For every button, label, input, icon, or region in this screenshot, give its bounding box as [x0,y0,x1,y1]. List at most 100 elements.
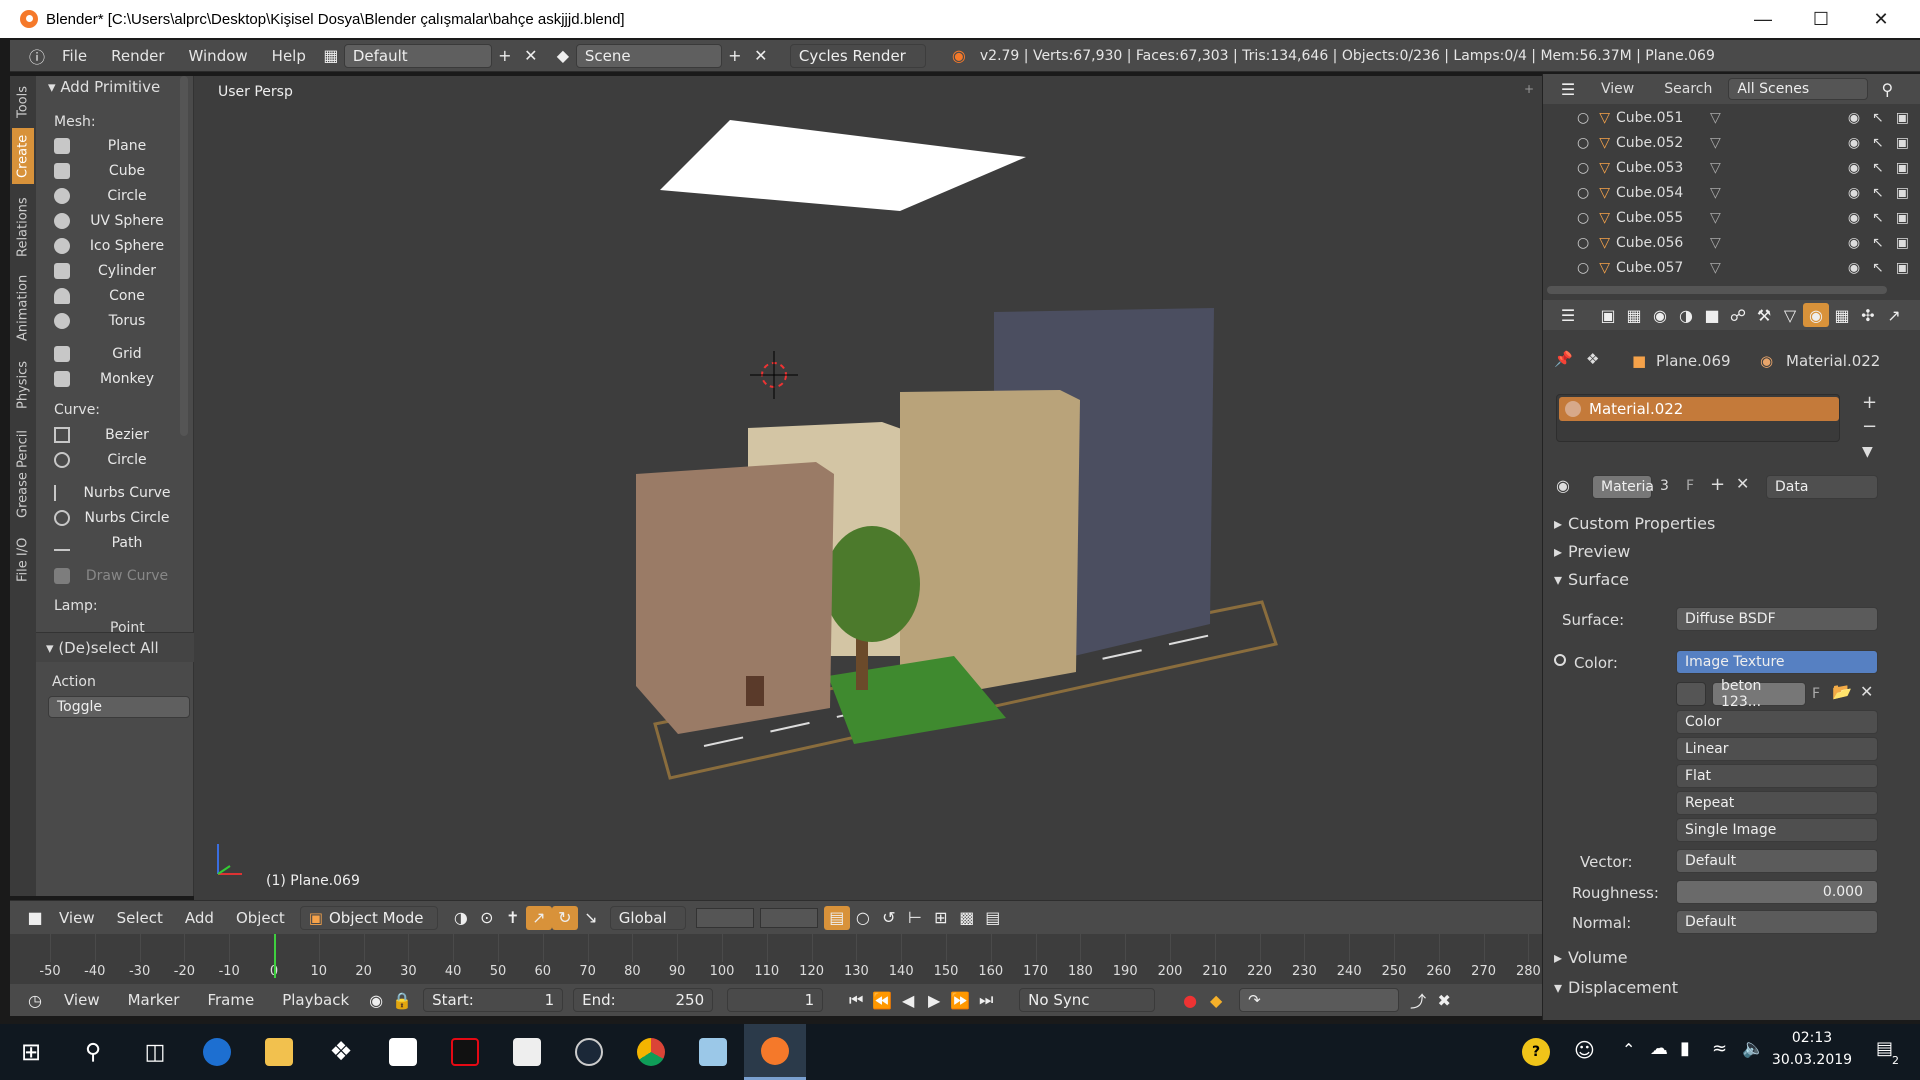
netflix-button[interactable] [434,1024,496,1080]
screen-layout-icon[interactable]: ▦ [318,44,344,68]
paint-button[interactable] [682,1024,744,1080]
image-browse-icon[interactable] [1676,682,1706,706]
pin-icon[interactable]: 📌 [1554,350,1573,368]
material-name-field[interactable]: Materia [1592,475,1654,499]
volume-icon[interactable]: 🔈 [1742,1038,1764,1059]
expand-dot-icon[interactable]: ○ [1577,110,1589,126]
add-scene-button[interactable]: + [722,44,748,68]
layer-buttons-2[interactable] [759,907,818,928]
snap-icon[interactable]: ↺ [876,906,902,930]
roughness-slider[interactable]: 0.000 [1676,880,1878,904]
tl-menu-marker[interactable]: Marker [128,991,180,1009]
outliner-menu-view[interactable]: View [1601,81,1634,97]
add-nurbs-curve-button[interactable]: Nurbs Curve [48,481,194,505]
image-name-field[interactable]: beton 123... [1712,678,1806,710]
render-camera-icon[interactable]: ▣ [1896,210,1909,226]
snap-element-icon[interactable]: ⊢ [902,906,928,930]
viewport-corner-icon[interactable]: + [1524,82,1534,96]
selectable-arrow-icon[interactable]: ↖ [1872,160,1884,176]
timeline-editor-icon[interactable]: ◷ [22,988,48,1012]
outliner-row[interactable]: ○ ▽ Cube.054 ▽ ◉ ↖ ▣ [1543,181,1920,205]
add-nurbs-circle-button[interactable]: Nurbs Circle [48,506,194,530]
link-select[interactable]: Data [1766,475,1878,499]
add-grid-button[interactable]: Grid [48,342,194,366]
surface-shader-select[interactable]: Diffuse BSDF [1676,607,1878,631]
selectable-arrow-icon[interactable]: ↖ [1872,110,1884,126]
outliner-row[interactable]: ○ ▽ Cube.051 ▽ ◉ ↖ ▣ [1543,106,1920,130]
prev-keyframe-icon[interactable]: ⏪ [869,988,895,1012]
unlink-image-button[interactable]: ✕ [1860,682,1873,701]
add-uv-sphere-button[interactable]: UV Sphere [48,209,194,233]
outliner-row[interactable]: ○ ▽ Cube.057 ▽ ◉ ↖ ▣ [1543,256,1920,280]
outliner-row[interactable]: ○ ▽ Cube.055 ▽ ◉ ↖ ▣ [1543,206,1920,230]
slot-specials-button[interactable]: ▼ [1862,444,1873,460]
expand-dot-icon[interactable]: ○ [1577,210,1589,226]
visibility-eye-icon[interactable]: ◉ [1848,235,1860,251]
draw-curve-button[interactable]: Draw Curve [48,564,194,588]
people-icon[interactable]: ☺ [1574,1038,1595,1062]
tl-menu-frame[interactable]: Frame [207,991,254,1009]
minimize-button[interactable]: — [1734,0,1792,38]
selectable-arrow-icon[interactable]: ↖ [1872,260,1884,276]
scene-tab-icon[interactable]: ◉ [1647,303,1673,327]
breadcrumb-material[interactable]: Material.022 [1786,352,1880,370]
color-space-select[interactable]: Color [1676,710,1878,734]
tab-animation[interactable]: Animation [12,268,34,348]
material-tab-icon[interactable]: ◉ [1803,303,1829,327]
render-layers-tab-icon[interactable]: ▦ [1621,303,1647,327]
render-camera-icon[interactable]: ▣ [1896,135,1909,151]
visibility-eye-icon[interactable]: ◉ [1848,160,1860,176]
color-input-select[interactable]: Image Texture [1676,650,1878,674]
orientation-select[interactable]: Global [609,905,686,930]
pivot-icon[interactable]: ⊙ [474,906,500,930]
mode-select[interactable]: ▣ Object Mode [299,905,438,930]
outliner-row[interactable]: ○ ▽ Cube.053 ▽ ◉ ↖ ▣ [1543,156,1920,180]
3d-viewport[interactable]: User Persp (1) Plane.069 + [194,76,1542,900]
panel-displacement[interactable]: ▾ Displacement [1548,974,1914,1000]
render-engine-select[interactable]: Cycles Render [789,43,926,68]
normal-select[interactable]: Default [1676,910,1878,934]
panel-volume[interactable]: ▸ Volume [1548,944,1914,970]
interpolation-select[interactable]: Linear [1676,737,1878,761]
jump-start-icon[interactable]: ⏮ [843,988,869,1012]
play-icon[interactable]: ▶ [921,988,947,1012]
vector-select[interactable]: Default [1676,849,1878,873]
tab-tools[interactable]: Tools [12,80,34,124]
image-fake-user[interactable]: F [1812,686,1820,702]
clock-date[interactable]: 30.03.2019 [1770,1052,1854,1068]
expand-dot-icon[interactable]: ○ [1577,235,1589,251]
sync-select[interactable]: No Sync [1019,988,1156,1012]
render-tab-icon[interactable]: ▣ [1595,303,1621,327]
remove-slot-button[interactable]: − [1862,416,1877,437]
visibility-eye-icon[interactable]: ◉ [1848,210,1860,226]
add-ico-sphere-button[interactable]: Ico Sphere [48,234,194,258]
add-primitive-header[interactable]: ▾ Add Primitive [48,78,160,96]
tab-physics[interactable]: Physics [12,352,34,418]
lamp-point-item[interactable]: Point [48,620,188,632]
menu-help[interactable]: Help [272,47,306,65]
outliner-display-select[interactable]: All Scenes [1728,78,1869,100]
scale-icon[interactable]: ↘ [578,906,604,930]
physics-tab-icon[interactable]: ↗ [1881,303,1907,327]
selectable-arrow-icon[interactable]: ↖ [1872,185,1884,201]
clock-time[interactable]: 02:13 [1776,1030,1848,1046]
keying-set-field[interactable]: ↷ [1239,988,1400,1012]
render-camera-icon[interactable]: ▣ [1896,260,1909,276]
constraints-tab-icon[interactable]: ☍ [1725,303,1751,327]
material-slot-selected[interactable]: Material.022 [1559,397,1839,421]
menu-select[interactable]: Select [117,909,163,927]
play-reverse-icon[interactable]: ◀ [895,988,921,1012]
action-select[interactable]: Toggle [48,696,190,718]
remove-scene-button[interactable]: ✕ [748,44,774,68]
panel-preview[interactable]: ▸ Preview [1548,538,1914,564]
start-button[interactable]: ⊞ [0,1024,62,1080]
menu-view[interactable]: View [59,909,95,927]
lock-layers-icon[interactable]: ▤ [823,905,850,930]
add-curve-circle-button[interactable]: Circle [48,448,194,472]
timeline[interactable]: -50-40-30-20-100102030405060708090100110… [10,934,1542,984]
render-anim-icon[interactable]: ▤ [980,906,1006,930]
keying-set-icon[interactable]: ◉ [363,988,389,1012]
material-users[interactable]: 3 [1660,478,1669,494]
add-torus-button[interactable]: Torus [48,309,194,333]
add-monkey-button[interactable]: Monkey [48,367,194,391]
